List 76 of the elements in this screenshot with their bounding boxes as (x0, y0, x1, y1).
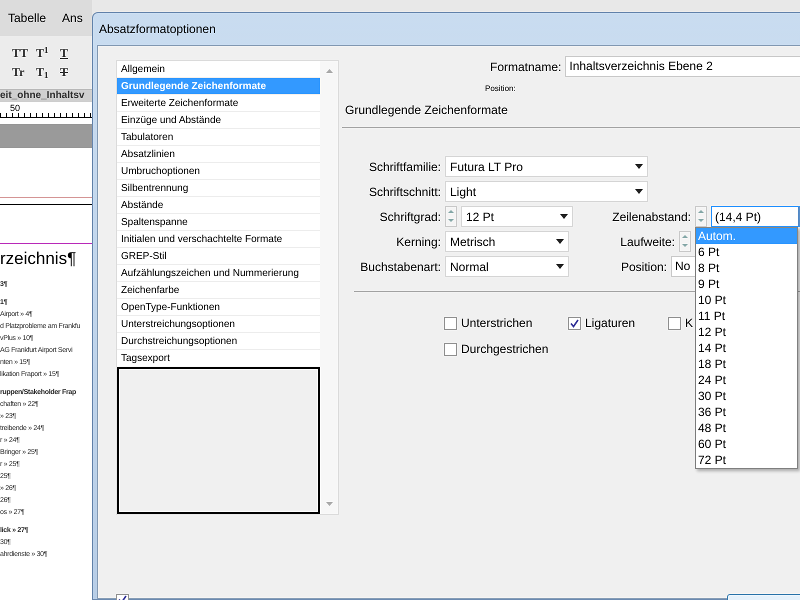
field-label: Zeilenabstand: (611, 208, 691, 226)
checkbox[interactable] (444, 342, 457, 356)
menu-item[interactable]: Tabelle (8, 9, 46, 27)
font-style-select[interactable]: Light (445, 181, 648, 202)
category-item[interactable]: OpenType-Funktionen (117, 299, 320, 316)
field-label: Schriftfamilie: (368, 158, 441, 176)
caret-icon (635, 189, 643, 194)
dropdown-option[interactable]: 24 Pt (696, 372, 797, 388)
dropdown-option[interactable]: 60 Pt (696, 436, 797, 452)
dropdown-option[interactable]: 48 Pt (696, 420, 797, 436)
spinner-arrows-icon[interactable] (679, 231, 691, 252)
case-select[interactable]: Normal (445, 256, 569, 277)
checkbox[interactable] (668, 316, 681, 330)
preview-checkbox[interactable] (116, 594, 129, 600)
category-item[interactable]: Spaltenspanne (117, 214, 320, 231)
text-style-button[interactable]: T$_{1}$ (36, 62, 56, 81)
field-label: Formatname: (490, 58, 562, 76)
category-item[interactable]: Silbentrennung (117, 180, 320, 197)
section-title: Grundlegende Zeichenformate (345, 102, 509, 119)
caret-icon (635, 164, 643, 169)
field-label: Schriftgrad: (378, 208, 441, 226)
window-title: Absatzformatoptionen (99, 21, 216, 38)
checkbox-label: Durchgestrichen (461, 341, 548, 358)
format-name-field[interactable]: Inhaltsverzeichnis Ebene 2 (565, 56, 800, 77)
checkbox-label: Ligaturen (585, 315, 636, 332)
text-style-button[interactable]: T (60, 62, 80, 81)
scroll-up-icon[interactable] (326, 69, 332, 73)
text-style-button[interactable]: T (60, 44, 80, 62)
dropdown-option[interactable]: 14 Pt (696, 340, 797, 356)
category-item[interactable]: GREP-Stil (117, 248, 320, 265)
caret-icon (556, 264, 564, 269)
spinner-arrows-icon[interactable] (695, 206, 707, 227)
checkbox-label: K (685, 315, 694, 332)
font-family-select[interactable]: Futura LT Pro (445, 156, 648, 177)
ruler: 50 (0, 102, 92, 118)
category-item[interactable]: Initialen und verschachtelte Formate (117, 231, 320, 248)
text-style-button[interactable]: TT (12, 44, 32, 62)
font-size-select[interactable]: 12 Pt (461, 206, 573, 227)
category-item[interactable]: Unterstreichungsoptionen (117, 316, 320, 333)
menu-item[interactable]: Ans (62, 9, 83, 27)
category-item[interactable]: Abstände (117, 197, 320, 214)
caret-icon (556, 239, 564, 244)
text-style-button[interactable]: T$^{1}$ (36, 44, 56, 62)
scroll-down-icon[interactable] (326, 502, 332, 506)
checkbox[interactable] (444, 316, 457, 330)
category-item[interactable]: Durchstreichungsoptionen (117, 333, 320, 350)
leading-select[interactable]: (14,4 Pt) (711, 206, 800, 227)
dropdown-option[interactable]: 9 Pt (696, 276, 797, 292)
category-item[interactable]: Tabulatoren (117, 129, 320, 146)
category-item[interactable]: Einzüge und Abstände (117, 112, 320, 129)
dropdown-option[interactable]: 11 Pt (696, 308, 797, 324)
field-label: Schriftschnitt: (368, 184, 441, 200)
dropdown-option[interactable]: 30 Pt (696, 388, 797, 404)
field-label: Laufweite: (619, 234, 675, 250)
kerning-select[interactable]: Metrisch (445, 231, 569, 252)
document-heading: rzeichnis¶ (0, 248, 78, 270)
category-item[interactable]: Erweiterte Zeichenformate (117, 95, 320, 112)
position-label: Position: (485, 83, 517, 95)
dropdown-option[interactable]: 12 Pt (696, 324, 797, 340)
field-label: Kerning: (395, 234, 441, 250)
dropdown-option[interactable]: 36 Pt (696, 404, 797, 420)
checkbox-label: Unterstrichen (461, 315, 532, 332)
text-style-button[interactable]: Tr (12, 62, 32, 81)
spinner-arrows-icon[interactable] (445, 206, 457, 227)
dropdown-option[interactable]: 72 Pt (696, 452, 797, 468)
caret-icon (560, 214, 568, 219)
category-item[interactable]: Absatzlinien (117, 146, 320, 163)
scrollbar[interactable] (320, 61, 338, 514)
field-label: Position: (620, 258, 667, 276)
category-item[interactable]: Umbruchoptionen (117, 163, 320, 180)
category-item[interactable]: Zeichenfarbe (117, 282, 320, 299)
category-item[interactable]: Aufzählungszeichen und Nummerierung (117, 265, 320, 282)
field-label: Buchstabenart: (359, 258, 441, 276)
dropdown-option[interactable]: 10 Pt (696, 292, 797, 308)
dropdown-option[interactable]: 18 Pt (696, 356, 797, 372)
checkbox[interactable] (568, 316, 581, 330)
